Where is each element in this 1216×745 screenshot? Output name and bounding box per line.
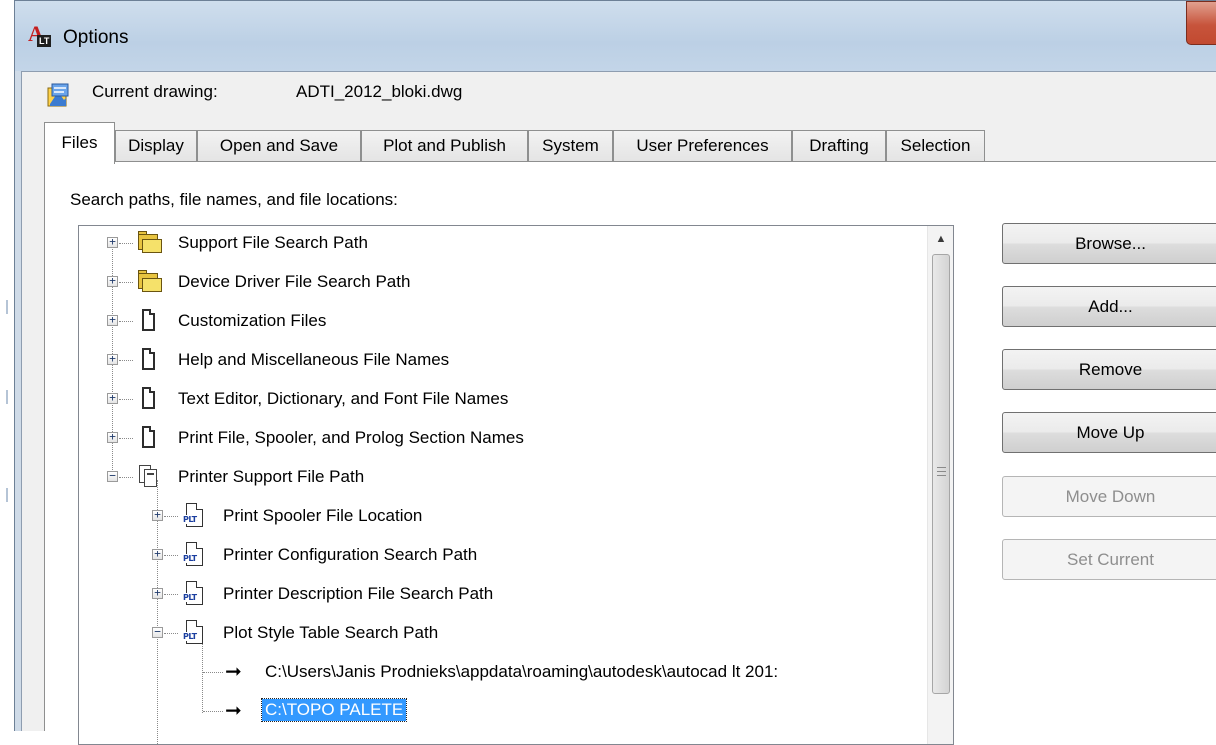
options-dialog: A LT Options Current drawing: ADTI_2012_b…	[14, 0, 1216, 745]
tree-connector	[164, 594, 178, 595]
current-drawing-label: Current drawing:	[92, 82, 218, 101]
background-mark	[6, 300, 8, 314]
tab-user-preferences[interactable]: User Preferences	[613, 130, 792, 162]
tree-node-label: Help and Miscellaneous File Names	[178, 350, 450, 369]
tree-node-label: Printer Description File Search Path	[223, 584, 494, 603]
tree-connector	[119, 282, 133, 283]
tree-node[interactable]: + PLT Printer Configuration Search Path	[79, 538, 909, 574]
folder-stack-icon	[136, 269, 162, 295]
arrow-right-icon: ➞	[225, 661, 242, 683]
title-bar[interactable]: A LT Options	[15, 1, 1216, 71]
tree-connector	[119, 477, 133, 478]
tree-connector	[164, 516, 178, 517]
tree-node-label: Customization Files	[178, 311, 327, 330]
browse-button[interactable]: Browse...	[1002, 223, 1216, 264]
close-button[interactable]	[1186, 1, 1216, 45]
window-title: Options	[63, 27, 129, 48]
tree-node-label: Print File, Spooler, and Prolog Section …	[178, 428, 524, 447]
tree-node[interactable]: + Help and Miscellaneous File Names	[79, 343, 909, 379]
background-mark	[6, 390, 8, 404]
plt-file-icon: PLT	[181, 503, 207, 529]
move-down-button[interactable]: Move Down	[1002, 476, 1216, 517]
tree-connector	[119, 438, 133, 439]
tree-connector	[119, 360, 133, 361]
document-icon	[136, 425, 162, 451]
document-icon	[136, 308, 162, 334]
document-icon	[136, 386, 162, 412]
collapse-icon[interactable]: −	[152, 626, 163, 638]
expand-icon[interactable]: +	[107, 392, 118, 404]
path-entry: C:\Users\Janis Prodnieks\appdata\roaming…	[265, 662, 779, 681]
tab-display[interactable]: Display	[115, 130, 197, 162]
tree-node-label: Text Editor, Dictionary, and Font File N…	[178, 389, 509, 408]
file-locations-tree[interactable]: + Support File Search Path + Device Driv…	[78, 225, 954, 745]
tab-files[interactable]: Files	[44, 122, 115, 164]
background-mark	[6, 488, 8, 502]
tree-node-label: Plot Style Table Search Path	[223, 623, 439, 642]
tree-node[interactable]: + Device Driver File Search Path	[79, 265, 909, 301]
tab-drafting[interactable]: Drafting	[792, 130, 886, 162]
tree-node[interactable]: + Customization Files	[79, 304, 909, 340]
tree-node[interactable]: + Support File Search Path	[79, 226, 909, 262]
add-button[interactable]: Add...	[1002, 286, 1216, 327]
tab-plot-and-publish[interactable]: Plot and Publish	[361, 130, 528, 162]
expand-icon[interactable]: +	[107, 314, 118, 326]
tab-open-and-save[interactable]: Open and Save	[197, 130, 361, 162]
tree-node[interactable]: + PLT Printer Description File Search Pa…	[79, 577, 909, 613]
expand-icon[interactable]: +	[107, 236, 118, 248]
remove-button[interactable]: Remove	[1002, 349, 1216, 390]
document-icon	[136, 347, 162, 373]
grip-icon	[937, 467, 946, 476]
path-entry-selected[interactable]: C:\TOPO PALETE	[260, 698, 408, 722]
tree-node[interactable]: − PLT Plot Style Table Search Path	[79, 616, 909, 652]
arrow-right-icon: ➞	[225, 700, 242, 722]
tree-node[interactable]: ➞ C:\TOPO PALETE	[79, 694, 929, 730]
expand-icon[interactable]: +	[152, 548, 163, 560]
tree-connector	[203, 672, 223, 673]
tree-node-label: Support File Search Path	[178, 233, 368, 252]
expand-icon[interactable]: +	[107, 431, 118, 443]
tab-selection[interactable]: Selection	[886, 130, 985, 162]
tree-connector	[119, 321, 133, 322]
plt-file-icon: PLT	[181, 581, 207, 607]
dialog-client-area: Current drawing: ADTI_2012_bloki.dwg Fil…	[21, 71, 1216, 745]
background-strip	[0, 0, 14, 731]
tree-node[interactable]: − Printer Support File Path	[79, 460, 909, 496]
tree-node[interactable]: ➞ C:\Users\Janis Prodnieks\appdata\roami…	[79, 655, 929, 691]
tree-node-label: Print Spooler File Location	[223, 506, 423, 525]
plt-file-icon: PLT	[181, 620, 207, 646]
tree-connector	[119, 243, 133, 244]
current-drawing-value: ADTI_2012_bloki.dwg	[296, 82, 463, 101]
tab-system[interactable]: System	[528, 130, 613, 162]
vertical-scrollbar[interactable]: ▲	[927, 226, 953, 744]
documents-icon	[136, 464, 162, 490]
set-current-button[interactable]: Set Current	[1002, 539, 1216, 580]
scroll-up-icon[interactable]: ▲	[928, 226, 953, 252]
expand-icon[interactable]: +	[107, 275, 118, 287]
expand-icon[interactable]: +	[152, 587, 163, 599]
expand-icon[interactable]: +	[107, 353, 118, 365]
move-up-button[interactable]: Move Up	[1002, 412, 1216, 453]
expand-icon[interactable]: +	[152, 509, 163, 521]
tree-connector	[164, 633, 178, 634]
tree-node-label: Printer Support File Path	[178, 467, 365, 486]
tree-connector	[119, 399, 133, 400]
drawing-icon	[47, 83, 69, 107]
tree-node[interactable]: + Text Editor, Dictionary, and Font File…	[79, 382, 909, 418]
tree-node[interactable]: + Print File, Spooler, and Prolog Sectio…	[79, 421, 909, 457]
collapse-icon[interactable]: −	[107, 470, 118, 482]
tree-connector	[164, 555, 178, 556]
plt-file-icon: PLT	[181, 542, 207, 568]
files-tab-page: Search paths, file names, and file locat…	[44, 161, 1216, 745]
scrollbar-thumb[interactable]	[932, 254, 950, 694]
tree-node-label: Printer Configuration Search Path	[223, 545, 478, 564]
tree-node-label: Device Driver File Search Path	[178, 272, 411, 291]
section-label: Search paths, file names, and file locat…	[70, 190, 398, 209]
folder-stack-icon	[136, 230, 162, 256]
autocad-lt-icon: A LT	[28, 21, 52, 47]
tree-node[interactable]: + PLT Print Spooler File Location	[79, 499, 909, 535]
tree-connector	[203, 711, 223, 712]
